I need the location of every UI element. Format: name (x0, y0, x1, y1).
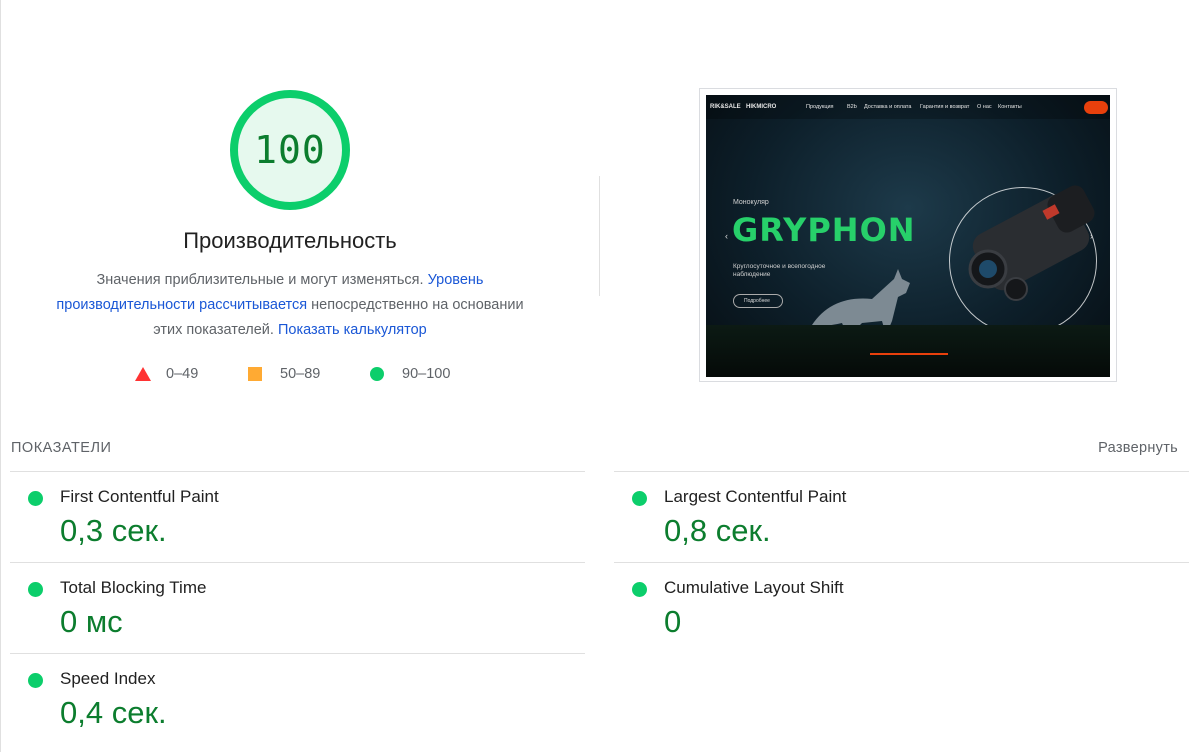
chevron-right-icon: › (1090, 231, 1093, 241)
chevron-left-icon: ‹ (725, 231, 728, 241)
summary-divider (599, 176, 600, 296)
metrics-divider (614, 562, 1189, 563)
legend-pass: 90–100 (370, 366, 450, 382)
square-icon (248, 367, 262, 381)
metric-value: 0,4 сек. (60, 695, 167, 730)
metric-tbt: Total Blocking Time 0 мс (10, 571, 570, 651)
status-pass-icon (28, 582, 43, 597)
metric-fcp: First Contentful Paint 0,3 сек. (10, 480, 570, 560)
metric-lcp: Largest Contentful Paint 0,8 сек. (614, 480, 1174, 560)
thumb-nav-item: Продукция (806, 104, 834, 110)
legend-average: 50–89 (248, 366, 320, 382)
metric-cls: Cumulative Layout Shift 0 (614, 571, 1174, 651)
triangle-icon (135, 367, 151, 381)
metrics-header: ПОКАЗАТЕЛИ (11, 440, 112, 456)
screenshot-image: RIK&SALE HIKMICRO Продукция B2b Доставка… (706, 95, 1110, 377)
thumb-logo: RIK&SALE (710, 104, 741, 110)
metric-speed-index: Speed Index 0,4 сек. (10, 662, 570, 742)
metrics-divider (10, 471, 585, 472)
metric-title: Cumulative Layout Shift (664, 578, 844, 597)
expand-button[interactable]: Развернуть (1098, 440, 1178, 456)
metric-value: 0 (664, 604, 682, 639)
description-text-1: Значения приблизительные и могут изменят… (96, 272, 424, 288)
thumb-description: Круглосуточное и всепогодное наблюдение (733, 263, 826, 278)
thumb-slider-progress (870, 353, 948, 355)
thumb-grass (706, 325, 1110, 377)
metric-title: Largest Contentful Paint (664, 487, 847, 506)
thumb-nav-item: Доставка и оплата (864, 104, 912, 110)
thumb-brand: HIKMICRO (746, 104, 777, 110)
thumb-title: GRYPHON (732, 211, 916, 249)
legend-pass-label: 90–100 (402, 366, 451, 382)
thumb-nav-item: B2b (847, 104, 857, 110)
show-calculator-link[interactable]: Показать калькулятор (278, 322, 427, 338)
status-pass-icon (632, 582, 647, 597)
status-pass-icon (28, 491, 43, 506)
legend-fail: 0–49 (135, 366, 198, 382)
metrics-divider (10, 653, 585, 654)
thumb-navbar: RIK&SALE HIKMICRO Продукция B2b Доставка… (706, 95, 1110, 119)
cart-icon (1084, 101, 1108, 114)
status-pass-icon (28, 673, 43, 688)
thumb-subtitle: Монокуляр (733, 199, 769, 206)
metric-title: First Contentful Paint (60, 487, 219, 506)
metric-title: Total Blocking Time (60, 578, 207, 597)
metrics-divider (614, 471, 1189, 472)
metric-value: 0,3 сек. (60, 513, 167, 548)
status-pass-icon (632, 491, 647, 506)
performance-title: Производительность (183, 228, 397, 253)
thumb-nav-item: О нас (977, 104, 992, 110)
thumb-nav-item: Гарантия и возврат (920, 104, 970, 110)
circle-icon (370, 367, 384, 381)
final-screenshot[interactable]: RIK&SALE HIKMICRO Продукция B2b Доставка… (699, 88, 1117, 382)
metric-value: 0,8 сек. (664, 513, 771, 548)
legend-average-label: 50–89 (280, 366, 321, 382)
thumb-button: Подробнее (733, 294, 783, 308)
metric-value: 0 мс (60, 604, 123, 639)
score-description: Значения приблизительные и могут изменят… (40, 268, 540, 343)
thumb-nav-item: Контакты (998, 104, 1022, 110)
legend-fail-label: 0–49 (166, 366, 199, 382)
performance-score-gauge: 100 (229, 89, 351, 211)
performance-score: 100 (254, 128, 326, 172)
page-left-border (0, 0, 1, 752)
metric-title: Speed Index (60, 669, 156, 688)
monocular-icon (968, 185, 1095, 301)
metrics-divider (10, 562, 585, 563)
